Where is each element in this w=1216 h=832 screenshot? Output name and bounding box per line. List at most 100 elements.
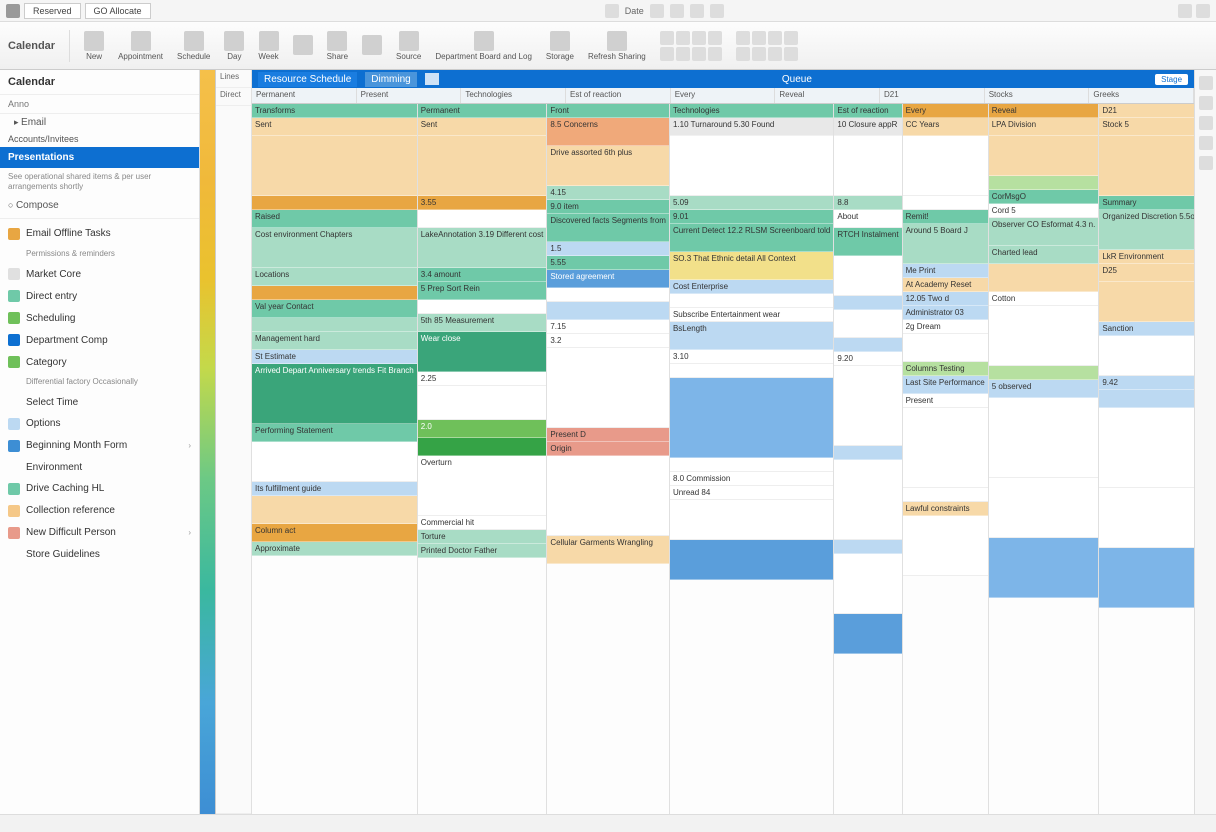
calendar-event[interactable]: Management hard (252, 332, 417, 350)
calendar-event[interactable]: Technologies (670, 104, 833, 118)
calendar-event[interactable]: SO.3 That Ethnic detail All Context (670, 252, 833, 280)
ribbon-mini-icon[interactable] (768, 31, 782, 45)
calendar-event[interactable]: Est of reaction (834, 104, 901, 118)
calendar-event[interactable]: 9.01 (670, 210, 833, 224)
sidebar-item[interactable]: Beginning Month Form› (0, 435, 199, 457)
cal-tab-icon[interactable] (425, 73, 439, 85)
calendar-event[interactable]: LakeAnnotation 3.19 Different cost (418, 228, 547, 268)
calendar-event[interactable]: Organized Discretion 5.5olerance (1099, 210, 1194, 250)
calendar-event[interactable]: Origin (547, 442, 669, 456)
calendar-event[interactable]: RTCH Instalment (834, 228, 901, 256)
ribbon-month[interactable] (293, 35, 313, 56)
sidebar-anno[interactable]: Anno (0, 95, 199, 114)
ribbon-mini-icon[interactable] (752, 47, 766, 61)
calendar-event[interactable]: Its fulfillment guide (252, 482, 417, 496)
calendar-event[interactable]: Columns Testing (903, 362, 988, 376)
calendar-event[interactable]: Current Detect 12.2 RLSM Screenboard tol… (670, 224, 833, 252)
calendar-event[interactable]: At Academy Reset (903, 278, 988, 292)
calendar-event[interactable]: Last Site Performance (903, 376, 988, 394)
calendar-event[interactable] (834, 460, 901, 540)
calendar-event[interactable] (1099, 336, 1194, 376)
calendar-event[interactable]: Approximate (252, 542, 417, 556)
cal-tab-resource[interactable]: Resource Schedule (258, 72, 357, 87)
rail-icon[interactable] (1199, 96, 1213, 110)
calendar-event[interactable]: Torture (418, 530, 547, 544)
calendar-event[interactable]: Cotton (989, 292, 1099, 306)
calendar-event[interactable] (834, 338, 901, 352)
calendar-event[interactable]: LPA Division (989, 118, 1099, 136)
calendar-event[interactable]: 9.42 (1099, 376, 1194, 390)
sidebar-item[interactable]: New Difficult Person› (0, 522, 199, 544)
calendar-event[interactable] (903, 334, 988, 362)
sidebar-item[interactable]: Environment (0, 457, 199, 478)
sidebar-selected[interactable]: Presentations (0, 147, 199, 168)
calendar-event[interactable]: Arrived Depart Anniversary trends Fit Br… (252, 364, 417, 424)
calendar-event[interactable] (834, 310, 901, 338)
calendar-event[interactable]: Cellular Garments Wrangling (547, 536, 669, 564)
calendar-event[interactable] (1099, 548, 1194, 608)
calendar-event[interactable] (670, 364, 833, 378)
calendar-event[interactable]: 3.55 (418, 196, 547, 210)
ribbon-mini-icon[interactable] (708, 47, 722, 61)
calendar-event[interactable]: Drive assorted 6th plus (547, 146, 669, 186)
ribbon-appt[interactable]: Appointment (118, 31, 163, 61)
sidebar-item[interactable]: Scheduling (0, 307, 199, 329)
calendar-event[interactable] (670, 378, 833, 458)
rail-icon[interactable] (1199, 136, 1213, 150)
calendar-event[interactable]: 3.4 amount (418, 268, 547, 282)
calendar-event[interactable]: 10 Closure appR (834, 118, 901, 136)
sidebar-item[interactable]: Options (0, 413, 199, 435)
calendar-event[interactable] (252, 286, 417, 300)
ribbon-mini-icon[interactable] (676, 31, 690, 45)
calendar-event[interactable]: Present (903, 394, 988, 408)
calendar-event[interactable]: 5.55 (547, 256, 669, 270)
calendar-event[interactable]: 9.20 (834, 352, 901, 366)
calendar-event[interactable]: 3.2 (547, 334, 669, 348)
calendar-event[interactable]: Lawful constraints (903, 502, 988, 516)
calendar-event[interactable] (834, 256, 901, 296)
calendar-event[interactable] (903, 196, 988, 210)
sidebar-item[interactable]: Market Core (0, 263, 199, 285)
ribbon-week[interactable]: Week (258, 31, 278, 61)
calendar-event[interactable]: BsLength (670, 322, 833, 350)
calendar-event[interactable]: D21 (1099, 104, 1194, 118)
calendar-event[interactable]: CorMsgO (989, 190, 1099, 204)
calendar-event[interactable]: Printed Doctor Father (418, 544, 547, 558)
calendar-event[interactable]: 8.8 (834, 196, 901, 210)
ribbon-mini-icon[interactable] (676, 47, 690, 61)
calendar-event[interactable] (834, 614, 901, 654)
calendar-event[interactable] (834, 446, 901, 460)
sidebar-item[interactable]: Email Offline Tasks (0, 223, 199, 245)
tool-icon[interactable] (650, 4, 664, 18)
calendar-event[interactable] (670, 136, 833, 196)
calendar-event[interactable]: Subscribe Entertainment wear (670, 308, 833, 322)
calendar-event[interactable]: Every (903, 104, 988, 118)
calendar-event[interactable] (989, 366, 1099, 380)
calendar-event[interactable]: Reveal (989, 104, 1099, 118)
column-header[interactable]: Present (357, 88, 462, 103)
calendar-event[interactable]: About (834, 210, 901, 228)
calendar-event[interactable] (1099, 282, 1194, 322)
calendar-event[interactable] (252, 496, 417, 524)
calendar-event[interactable]: Unread 84 (670, 486, 833, 500)
calendar-event[interactable]: Cost environment Chapters (252, 228, 417, 268)
calendar-event[interactable]: Raised (252, 210, 417, 228)
ribbon-dboard[interactable]: Department Board and Log (435, 31, 532, 61)
calendar-event[interactable] (418, 438, 547, 456)
calendar-event[interactable]: Val year Contact (252, 300, 417, 318)
calendar-event[interactable]: 2g Dream (903, 320, 988, 334)
calendar-event[interactable]: Overturn (418, 456, 547, 516)
ribbon-new[interactable]: New (84, 31, 104, 61)
calendar-event[interactable]: Sent (252, 118, 417, 136)
ribbon-day[interactable]: Day (224, 31, 244, 61)
column-header[interactable]: Stocks (985, 88, 1090, 103)
calendar-event[interactable] (418, 386, 547, 420)
calendar-event[interactable]: 12.05 Two d (903, 292, 988, 306)
ribbon-mini-icon[interactable] (768, 47, 782, 61)
calendar-event[interactable] (418, 300, 547, 314)
ribbon-mini-icon[interactable] (708, 31, 722, 45)
sidebar-email[interactable]: ▸ Email (0, 114, 199, 131)
sidebar-item[interactable]: Direct entry (0, 285, 199, 307)
calendar-event[interactable] (670, 540, 833, 580)
minimize-icon[interactable] (1178, 4, 1192, 18)
